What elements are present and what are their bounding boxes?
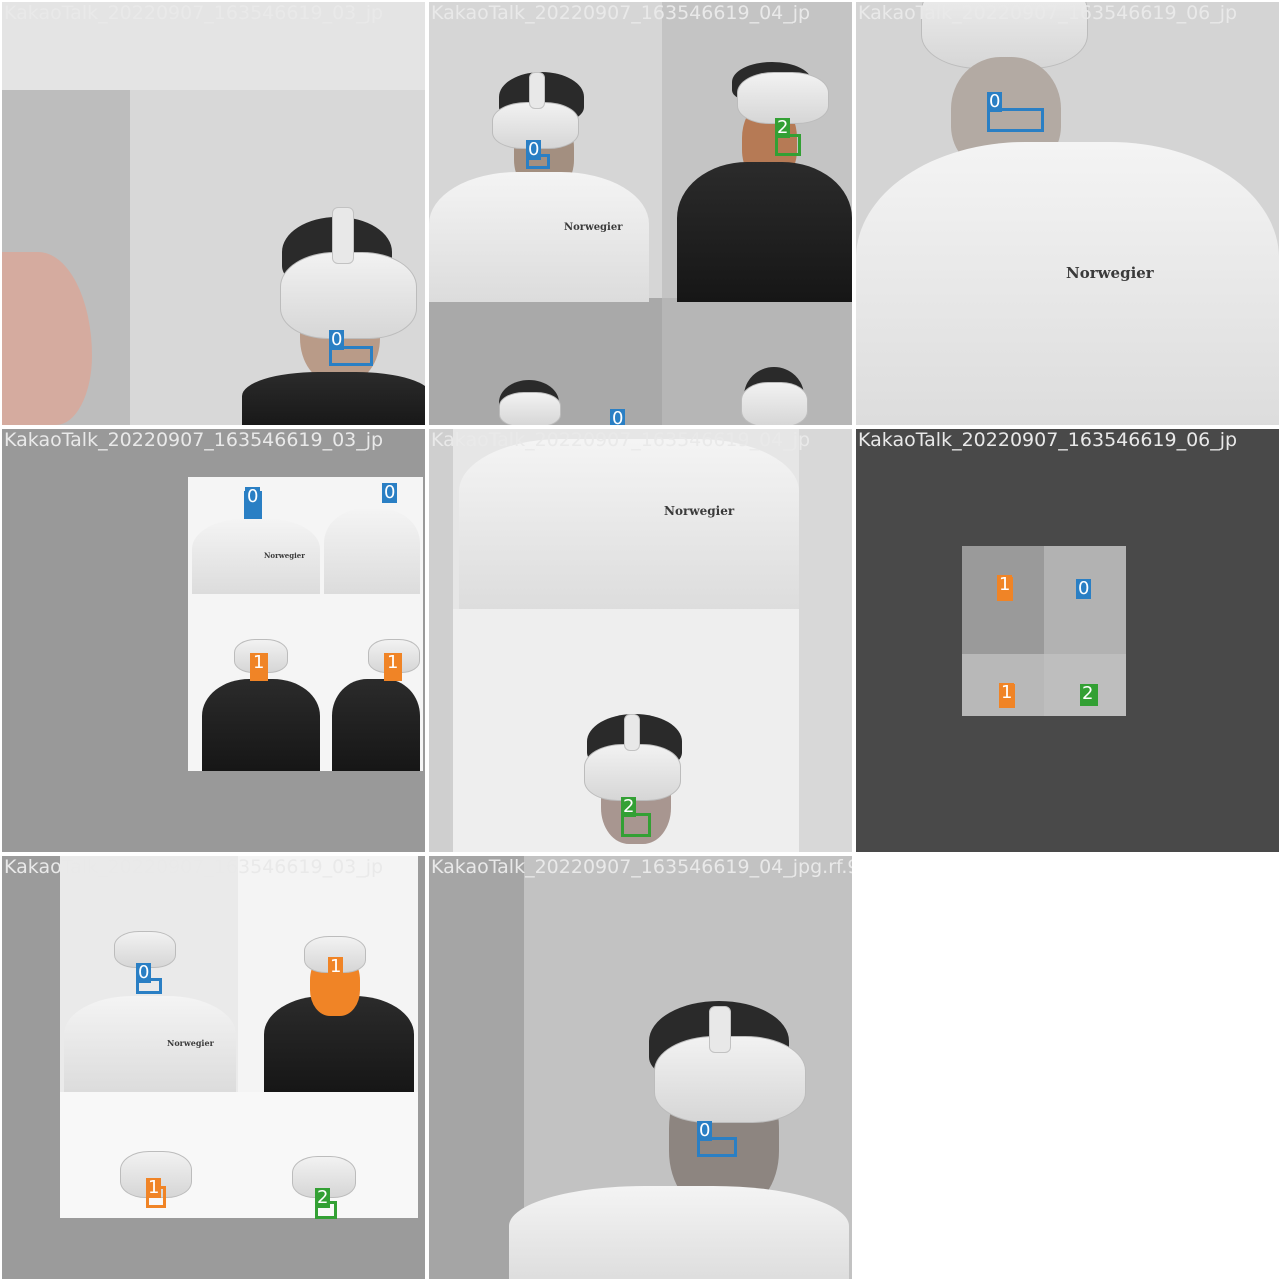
shirt-print: Norwegier [664, 504, 735, 518]
bbox-label: 0 [245, 486, 261, 507]
bbox-label: 0 [136, 962, 152, 983]
shirt-print: Norwegier [167, 1038, 214, 1048]
image-region [429, 856, 524, 1279]
bbox-label: 0 [987, 91, 1003, 112]
headset [741, 382, 808, 425]
person [332, 679, 420, 771]
bbox-label: 0 [1076, 578, 1092, 599]
shirt-print: Norwegier [264, 551, 305, 560]
mosaic-tile-3: Norwegier 0 KakaoTalk_20220907_163546619… [856, 2, 1279, 425]
image-region [799, 429, 852, 852]
person: Norwegier [429, 72, 662, 302]
mosaic-tile-7: Norwegier 0 1 1 2 KakaoTalk_20220907_163… [2, 856, 425, 1279]
bbox-label: 0 [329, 329, 345, 350]
bbox-label: 1 [997, 574, 1013, 595]
bbox-label: 2 [775, 117, 791, 138]
bbox-label: 1 [146, 1177, 162, 1198]
person [459, 439, 799, 614]
tile-title: KakaoTalk_20220907_163546619_03_jp [4, 2, 384, 24]
person [662, 62, 852, 302]
bbox-label: 0 [526, 139, 542, 160]
person [324, 509, 420, 594]
bbox-label: 1 [251, 652, 267, 673]
empty-mosaic-slot [856, 856, 1280, 1280]
shirt-print: Norwegier [564, 222, 623, 233]
bbox-label: 2 [621, 796, 637, 817]
mosaic-tile-4: Norwegier 0 0 1 1 KakaoTalk_20220907_163… [2, 429, 425, 852]
mosaic-tile-6: 1 0 1 2 KakaoTalk_20220907_163546619_06_… [856, 429, 1279, 852]
tile-title: KakaoTalk_20220907_163546619_04_jpg.rf.9 [431, 856, 852, 878]
mosaic-tile-2: Norwegier 0 2 0 KakaoTalk_20220907_16354… [429, 2, 852, 425]
image-region [60, 1092, 418, 1218]
bbox-label: 2 [1080, 683, 1096, 704]
headset [499, 392, 561, 425]
image-region [1044, 546, 1126, 654]
bbox-label: 2 [315, 1187, 331, 1208]
person [242, 207, 425, 425]
mosaic-tile-8: 0 KakaoTalk_20220907_163546619_04_jpg.rf… [429, 856, 852, 1279]
tile-title: KakaoTalk_20220907_163546619_03_jp [4, 856, 384, 878]
tile-title: KakaoTalk_20220907_163546619_06_jp [858, 2, 1238, 24]
image-region [429, 429, 453, 852]
mosaic-tile-5: Norwegier 2 KakaoTalk_20220907_163546619… [429, 429, 852, 852]
person [509, 1001, 852, 1279]
bbox-label: 1 [385, 652, 401, 673]
bbox-label: 0 [382, 482, 398, 503]
mosaic-tile-1: 0 KakaoTalk_20220907_163546619_03_jp [2, 2, 425, 425]
tile-title: KakaoTalk_20220907_163546619_06_jp [858, 429, 1238, 451]
bbox-label: 0 [610, 409, 626, 425]
bbox-label: 1 [999, 682, 1015, 703]
tile-title: KakaoTalk_20220907_163546619_04_jp [431, 2, 811, 24]
bbox-label: 0 [697, 1120, 713, 1141]
person [202, 679, 320, 771]
tile-title: KakaoTalk_20220907_163546619_04_jp [431, 429, 811, 451]
shirt-print: Norwegier [1066, 264, 1154, 282]
person: Norwegier [856, 2, 1279, 425]
tile-title: KakaoTalk_20220907_163546619_03_jp [4, 429, 384, 451]
bbox-label: 1 [328, 956, 344, 977]
